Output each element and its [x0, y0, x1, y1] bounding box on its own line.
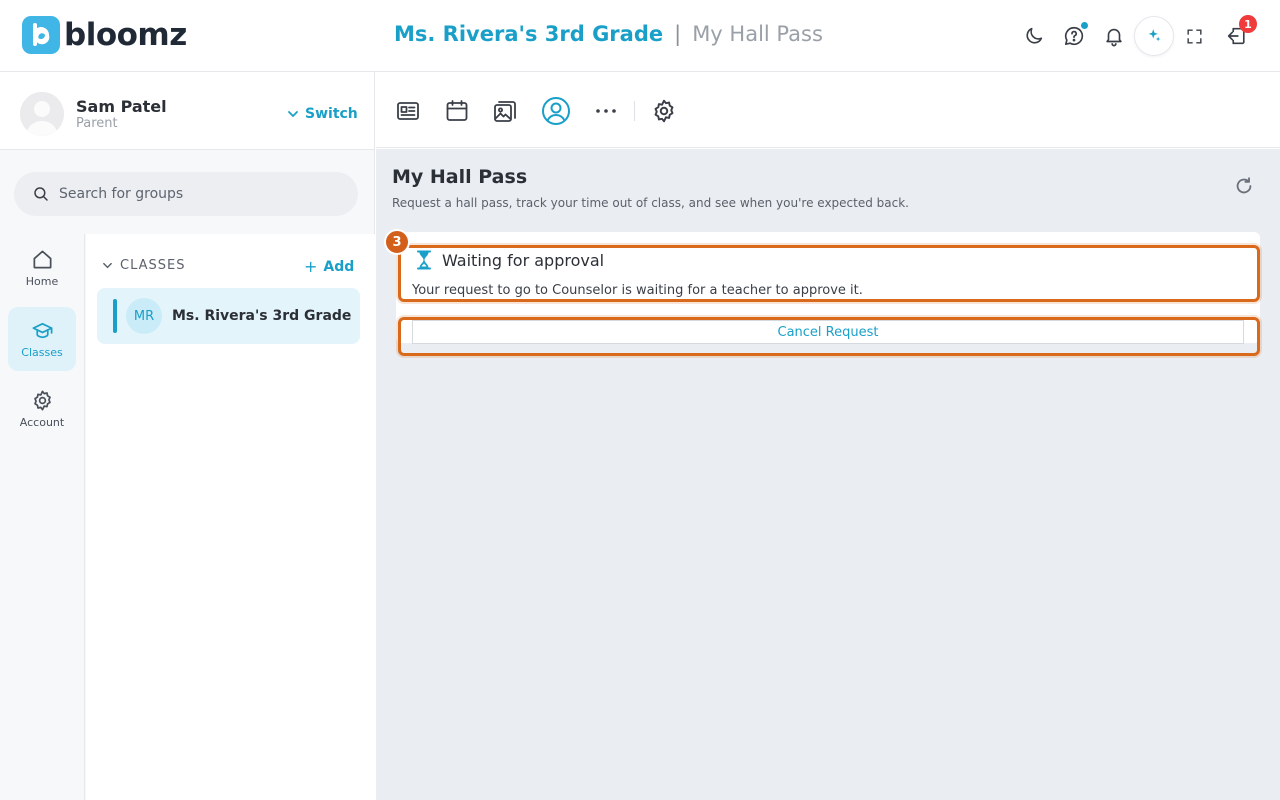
search-icon [34, 187, 48, 201]
search-input[interactable] [59, 186, 329, 202]
ai-sparkle-icon[interactable] [1134, 16, 1174, 56]
avatar[interactable] [20, 92, 64, 136]
primary-nav: Home Classes Account [0, 234, 85, 800]
class-name: Ms. Rivera's 3rd Grade [172, 308, 352, 324]
settings-icon[interactable] [650, 97, 678, 125]
add-class-label: Add [323, 258, 355, 275]
hall-pass-title: My Hall Pass [392, 166, 528, 188]
bloomz-logo[interactable]: bloomz [22, 16, 187, 54]
hall-pass-subtitle: Request a hall pass, track your time out… [392, 196, 909, 210]
page-header-title: Ms. Rivera's 3rd Grade | My Hall Pass [394, 22, 823, 46]
more-icon[interactable] [592, 97, 620, 125]
sign-out-icon[interactable]: 1 [1216, 15, 1257, 56]
add-class-button[interactable]: + Add [304, 257, 354, 276]
status-message: Your request to go to Counselor is waiti… [412, 283, 863, 298]
user-role: Parent [76, 116, 118, 131]
group-toolbar [376, 73, 1280, 148]
gear-icon [33, 390, 51, 411]
user-panel: Sam Patel Parent Switch [0, 72, 375, 150]
profile-icon[interactable] [540, 95, 572, 127]
nav-account-label: Account [19, 416, 65, 429]
switch-label: Switch [305, 106, 358, 122]
refresh-icon[interactable] [1233, 175, 1255, 197]
plus-icon: + [304, 257, 318, 276]
nav-home-label: Home [25, 275, 59, 288]
nav-account[interactable]: Account [8, 377, 76, 441]
calendar-icon[interactable] [443, 97, 471, 125]
photos-icon[interactable] [491, 97, 519, 125]
help-chat-icon[interactable] [1054, 16, 1094, 56]
bell-icon[interactable] [1094, 16, 1134, 56]
cancel-request-button[interactable]: Cancel Request [412, 320, 1244, 344]
home-icon [32, 250, 52, 269]
main-content: My Hall Pass Request a hall pass, track … [376, 149, 1280, 800]
toolbar-divider [634, 101, 635, 121]
chevron-down-icon [103, 262, 112, 269]
active-indicator [113, 299, 117, 333]
switch-account-button[interactable]: Switch [287, 106, 358, 122]
status-title: Waiting for approval [442, 251, 605, 270]
newsletter-icon[interactable] [394, 97, 422, 125]
logo-text: bloomz [64, 17, 187, 53]
class-item[interactable]: MR Ms. Rivera's 3rd Grade [97, 288, 360, 344]
step-badge: 3 [384, 229, 410, 255]
fullscreen-icon[interactable] [1174, 16, 1214, 56]
group-title[interactable]: Ms. Rivera's 3rd Grade [394, 22, 663, 46]
notification-count-badge: 1 [1239, 15, 1257, 33]
classes-section-toggle[interactable]: CLASSES [102, 258, 185, 273]
classes-section-label: CLASSES [120, 258, 186, 273]
group-search [14, 172, 358, 216]
logo-mark [22, 16, 60, 54]
nav-classes[interactable]: Classes [8, 307, 76, 371]
hourglass-icon [417, 250, 431, 270]
class-avatar: MR [126, 298, 162, 334]
graduation-cap-icon [32, 322, 52, 339]
moon-icon[interactable] [1014, 16, 1054, 56]
groups-panel: CLASSES + Add MR Ms. Rivera's 3rd Grade [86, 234, 375, 800]
page-title: My Hall Pass [692, 22, 823, 46]
help-badge-dot [1080, 21, 1089, 30]
user-name: Sam Patel [76, 97, 167, 116]
app-header: bloomz Ms. Rivera's 3rd Grade | My Hall … [0, 0, 1280, 72]
nav-classes-label: Classes [21, 346, 63, 359]
nav-home[interactable]: Home [8, 236, 76, 300]
title-separator: | [674, 22, 682, 46]
chevron-down-icon [288, 111, 298, 118]
